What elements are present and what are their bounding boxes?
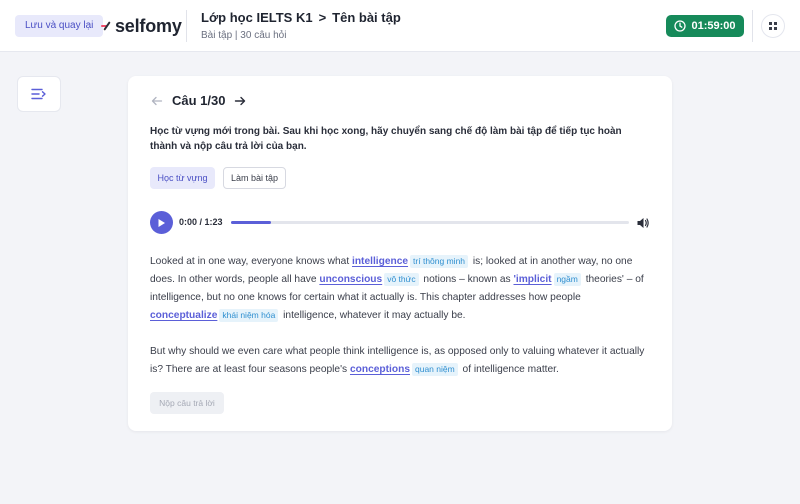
countdown-timer: 01:59:00: [666, 15, 744, 37]
question-counter: Câu 1/30: [172, 93, 226, 108]
vocab-translation: vô thức: [384, 273, 419, 286]
top-header: Lưu và quay lại selfomy Lớp học IELTS K1…: [0, 0, 800, 52]
audio-time: 0:00 / 1:23: [179, 217, 223, 227]
clock-icon: [674, 20, 687, 32]
vocab-word[interactable]: intelligence: [352, 256, 408, 267]
timer-value: 01:59:00: [691, 20, 736, 32]
reading-passage: Looked at in one way, everyone knows wha…: [150, 253, 650, 379]
passage-paragraph: But why should we even care what people …: [150, 343, 650, 379]
question-instruction: Học từ vựng mới trong bài. Sau khi học x…: [150, 126, 622, 152]
vocab-translation: khái niệm hóa: [219, 309, 279, 322]
vocab-word[interactable]: 'implicit: [513, 274, 551, 285]
question-grid-button[interactable]: [761, 14, 785, 38]
audio-progress-fill: [231, 221, 271, 224]
arrow-left-icon: [151, 96, 163, 105]
submit-answer-button[interactable]: Nộp câu trả lời: [150, 392, 224, 414]
vocab-translation: trí thông minh: [410, 255, 469, 268]
previous-question-button[interactable]: [150, 94, 164, 108]
selfomy-logo[interactable]: selfomy: [101, 14, 182, 38]
tab-learn-vocabulary[interactable]: Học từ vựng: [150, 167, 215, 189]
logo-text: selfomy: [115, 15, 182, 36]
vocab-translation: quan niệm: [412, 363, 458, 376]
breadcrumb-class[interactable]: Lớp học IELTS K1: [201, 10, 313, 25]
passage-text: notions – known as: [423, 274, 511, 285]
audio-player: 0:00 / 1:23: [150, 211, 650, 235]
question-navigation: Câu 1/30: [150, 93, 247, 108]
vocab-word[interactable]: conceptions: [350, 364, 410, 375]
passage-text: Looked at in one way, everyone knows wha…: [150, 256, 350, 267]
header-divider-right: [752, 10, 753, 42]
vocab-word[interactable]: conceptualize: [150, 310, 217, 321]
logo-mark-icon: [101, 20, 113, 32]
vocab-translation: ngầm: [553, 273, 581, 286]
assignment-info: Bài tập | 30 câu hỏi: [201, 30, 287, 41]
breadcrumb-separator: >: [318, 10, 327, 25]
passage-text: of intelligence matter.: [462, 364, 559, 375]
arrow-right-icon: [235, 96, 246, 105]
passage-paragraph: Looked at in one way, everyone knows wha…: [150, 253, 650, 325]
menu-expand-icon: [31, 88, 46, 100]
volume-icon[interactable]: [636, 216, 650, 230]
play-icon: [158, 218, 165, 227]
grid-icon: [769, 22, 777, 30]
breadcrumb: Lớp học IELTS K1 > Tên bài tập: [201, 10, 401, 25]
vocab-word[interactable]: unconscious: [319, 274, 382, 285]
passage-text: intelligence, whatever it may actually b…: [283, 310, 466, 321]
mode-tabs: Học từ vựng Làm bài tập: [150, 167, 286, 189]
next-question-button[interactable]: [233, 94, 247, 108]
header-divider: [186, 10, 187, 42]
tab-do-exercise[interactable]: Làm bài tập: [223, 167, 286, 189]
sidebar-toggle-button[interactable]: [17, 76, 61, 112]
question-card: Câu 1/30 Học từ vựng mới trong bài. Sau …: [128, 76, 672, 431]
breadcrumb-assignment: Tên bài tập: [332, 10, 401, 25]
play-button[interactable]: [150, 211, 173, 234]
audio-progress-bar[interactable]: [231, 221, 629, 224]
save-and-back-button[interactable]: Lưu và quay lại: [15, 15, 104, 37]
